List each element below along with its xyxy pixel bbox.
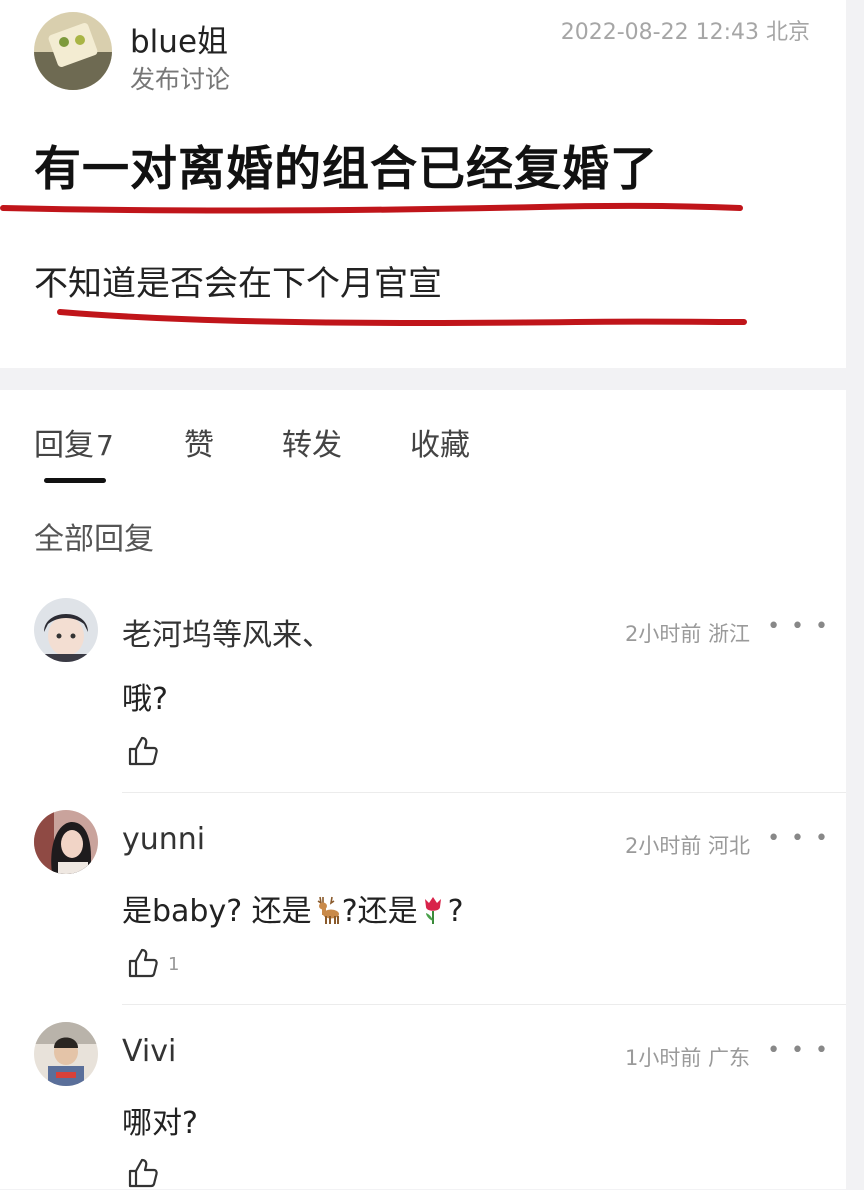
comment-avatar[interactable] <box>34 1022 98 1086</box>
body-underline <box>57 309 747 326</box>
tab-shares[interactable]: 转发 <box>282 420 342 464</box>
comment-author-name[interactable]: Vivi <box>122 1034 176 1069</box>
comment-avatar[interactable] <box>34 598 98 662</box>
post-body: 不知道是否会在下个月官宣 <box>34 264 442 304</box>
thumbs-up-icon[interactable] <box>126 946 160 980</box>
more-options-icon[interactable]: • • • <box>767 826 830 851</box>
comment-like-count: 1 <box>168 954 180 975</box>
comment-meta: 2小时前 河北 <box>624 834 750 858</box>
comment-meta: 2小时前 浙江 <box>624 622 750 646</box>
comment-text-part: 是baby? 还是 <box>122 894 312 929</box>
tab-favorites[interactable]: 收藏 <box>410 420 470 464</box>
post-card: blue姐 发布讨论 2022-08-22 12:43 北京 有一对离婚的组合已… <box>0 0 846 368</box>
post-author-name[interactable]: blue姐 <box>130 16 228 61</box>
post-timestamp: 2022-08-22 12:43 北京 <box>560 20 810 45</box>
comment-divider <box>122 792 846 793</box>
tab-active-indicator <box>44 478 106 483</box>
tulip-emoji-icon <box>424 897 441 924</box>
tab-replies-count: 7 <box>96 429 114 462</box>
comment-text: 哪对? <box>122 1106 198 1141</box>
comment-text-part: ?还是 <box>341 894 418 929</box>
all-replies-heading: 全部回复 <box>34 522 154 557</box>
tab-replies-label: 回复 <box>34 428 94 463</box>
tab-replies[interactable]: 回复7 <box>34 420 114 464</box>
comment-author-name[interactable]: yunni <box>122 822 205 857</box>
comment-divider <box>122 1004 846 1005</box>
post-type-label: 发布讨论 <box>130 65 231 94</box>
comment-meta: 1小时前 广东 <box>624 1046 750 1070</box>
comment-text: 哦? <box>122 682 168 717</box>
more-options-icon[interactable]: • • • <box>767 614 830 639</box>
title-underline <box>0 202 743 214</box>
comment-text: 是baby? 还是 ?还是? <box>122 886 464 930</box>
comment-author-name[interactable]: 老河坞等风来、 <box>122 610 332 654</box>
post-author-avatar[interactable] <box>34 12 112 90</box>
comment-text-part: ? <box>447 894 464 929</box>
more-options-icon[interactable]: • • • <box>767 1038 830 1063</box>
tab-likes[interactable]: 赞 <box>184 420 214 464</box>
comment-avatar[interactable] <box>34 810 98 874</box>
thumbs-up-icon[interactable] <box>126 734 160 768</box>
post-title: 有一对离婚的组合已经复婚了 <box>34 142 658 197</box>
deer-emoji-icon <box>317 896 339 924</box>
thumbs-up-icon[interactable] <box>126 1156 160 1190</box>
